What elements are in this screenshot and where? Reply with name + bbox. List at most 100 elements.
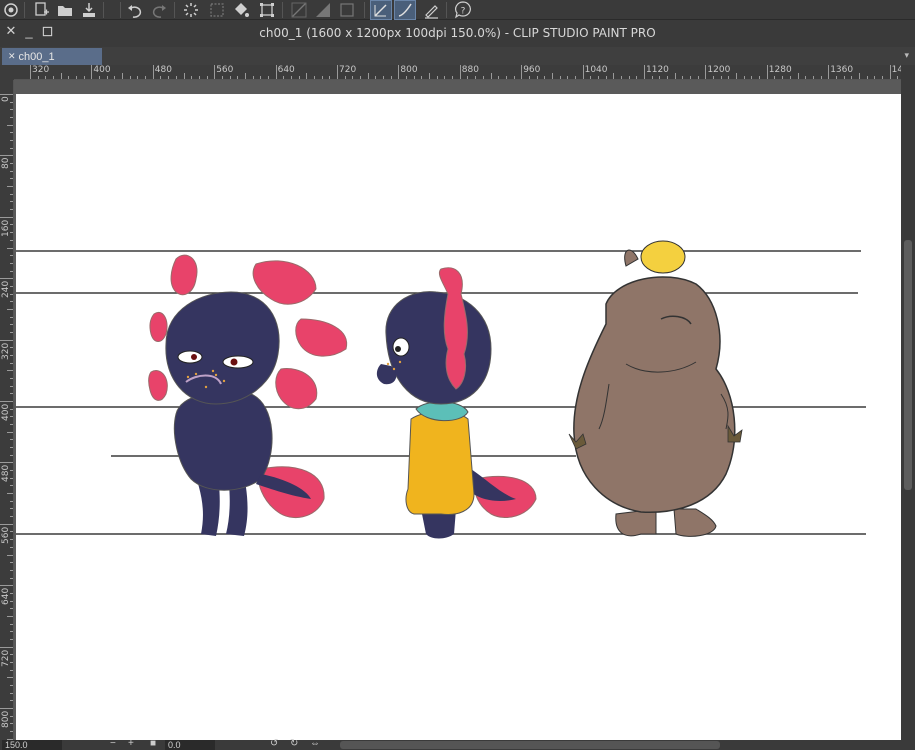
ruler-left-minor-tick [10,470,13,472]
document-tab[interactable]: ✕ ch00_1 [2,48,102,65]
ruler-left-minor-tick [10,354,13,356]
ruler-left-minor-tick [10,562,13,564]
ruler-top-major-tick [398,65,400,79]
stabilize-icon[interactable] [394,0,416,20]
draw-icon[interactable] [420,0,442,20]
ruler-top-minor-tick [329,76,331,79]
ruler-top-minor-tick [344,76,346,79]
flip-icon[interactable]: ⇔ [310,739,320,749]
command-bar: ? [0,0,915,20]
ruler-top-minor-tick [106,76,108,79]
perspective-icon[interactable] [312,0,334,20]
tab-close-icon[interactable]: ✕ [8,51,16,62]
ruler-top-minor-tick [421,76,423,79]
save-icon[interactable] [78,0,100,20]
ruler-left-major-tick [0,339,13,341]
ruler-top-label: 720 [339,65,357,75]
rotate-left-icon[interactable]: ↺ [270,739,278,749]
ruler-top-minor-tick [198,76,200,79]
redo-icon[interactable] [148,0,170,20]
ruler-top-minor-tick [114,76,116,79]
document-tab-label: ch00_1 [18,50,55,63]
ruler-top-major-tick [644,65,645,79]
zoom-out-button[interactable]: − [110,739,116,749]
pen-pressure-icon[interactable] [370,0,392,20]
ruler-left-label: 240 [1,281,11,299]
ruler-top-minor-tick [45,76,47,79]
ruler-top-minor-tick [37,76,39,79]
ruler-left-minor-tick [10,424,13,426]
ruler-top-minor-tick [498,76,500,79]
rotation-input[interactable]: 0.0 [165,740,215,750]
clip-studio-logo-icon[interactable] [0,0,22,20]
ruler-left-minor-tick [7,493,13,495]
ruler-left-minor-tick [10,117,13,119]
ruler-left-minor-tick [7,247,13,249]
ruler-top-minor-tick [851,76,853,79]
ruler-left-minor-tick [10,393,13,395]
horizontal-scrollbar[interactable] [340,741,720,749]
undo-icon[interactable] [124,0,146,20]
ruler-top-minor-tick [536,76,538,79]
ruler-top-label: 1200 [707,65,731,75]
grid-icon[interactable] [336,0,358,20]
ruler-left-minor-tick [10,347,13,349]
ruler-top-minor-tick [620,76,622,79]
ruler-top-minor-tick [513,76,515,79]
ruler-left-major-tick [0,708,13,709]
ruler-left-minor-tick [7,124,13,126]
canvas-area[interactable] [14,80,901,740]
transform-icon[interactable] [256,0,278,20]
zoom-reset-button[interactable]: ■ [150,739,156,749]
ruler-left-minor-tick [10,331,13,333]
ruler-left-minor-tick [10,209,13,211]
fill-icon[interactable] [230,0,252,20]
ruler-top-minor-tick [175,76,177,79]
ruler-top-minor-tick [674,73,676,79]
ruler-top-minor-tick [137,76,139,79]
open-file-icon[interactable] [54,0,76,20]
rotate-right-icon[interactable]: ↻ [290,739,298,749]
ruler-top-minor-tick [835,76,837,79]
ruler-top-major-tick [30,65,31,79]
ruler-left-minor-tick [10,569,13,571]
loading-icon[interactable] [180,0,202,20]
ruler-left-label: 400 [1,403,11,421]
ruler-left-minor-tick [10,170,13,172]
ruler-left-major-tick [0,216,13,218]
ruler-top-label: 960 [523,65,541,75]
ruler-top-minor-tick [551,73,553,79]
capybara-illustration [568,240,743,537]
ruler-top-minor-tick [206,76,208,79]
ruler-top-minor-tick [313,76,315,79]
tab-menu-chevron-icon[interactable]: ▾ [904,50,909,61]
ruler-left-minor-tick [10,163,13,165]
ruler-top-minor-tick [475,76,477,79]
ruler-left-minor-tick [10,262,13,264]
new-file-icon[interactable] [30,0,52,20]
ruler-top-label: 320 [32,65,50,75]
zoom-in-button[interactable]: + [128,739,134,749]
select-all-icon[interactable] [206,0,228,20]
ruler-snap-icon[interactable] [288,0,310,20]
ruler-top-major-tick [91,65,93,79]
ruler-left-minor-tick [10,232,13,234]
svg-text:?: ? [461,7,466,17]
zoom-input[interactable]: 150.0 [2,740,62,750]
ruler-left-major-tick [0,278,13,280]
ruler-top-minor-tick [482,76,484,79]
ruler-top-minor-tick [99,76,101,79]
ruler-left-minor-tick [10,201,13,203]
ruler-top-minor-tick [183,73,185,79]
ruler-top-minor-tick [651,76,653,79]
ruler-left-minor-tick [10,638,13,640]
ruler-left-minor-tick [10,600,13,602]
ruler-left-minor-tick [10,270,13,272]
help-icon[interactable]: ? [452,0,474,20]
canvas-paper[interactable] [16,94,901,740]
ruler-top-minor-tick [76,76,78,79]
vertical-scrollbar[interactable] [901,65,915,740]
scrollbar-thumb[interactable] [904,240,912,490]
ruler-left-label: 320 [1,342,11,360]
ruler-left-minor-tick [10,132,13,134]
